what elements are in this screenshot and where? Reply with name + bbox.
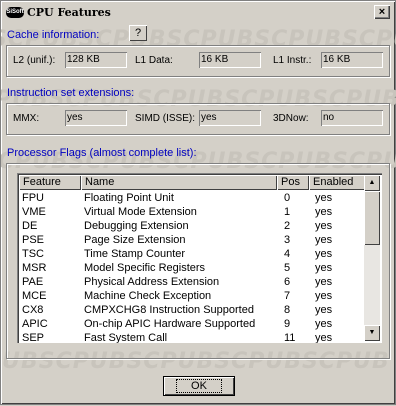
flags-heading: Processor Flags (almost complete list): [7, 147, 197, 159]
col-header-pos[interactable]: Pos [277, 175, 309, 190]
col-header-feature[interactable]: Feature [19, 175, 81, 190]
cpu-features-window: SiSoft CPU Features × SCPUBSCPUBSCPUBSCP… [0, 0, 396, 405]
3dnow-value: no [321, 110, 383, 126]
col-header-enabled[interactable]: Enabled [309, 175, 365, 190]
ok-button[interactable]: OK [163, 376, 235, 396]
isa-heading: Instruction set extensions: [7, 87, 135, 99]
help-button[interactable]: ? [129, 25, 147, 41]
title-bar[interactable]: SiSoft CPU Features × [3, 3, 393, 22]
3dnow-label: 3DNow: [273, 113, 309, 124]
table-row[interactable]: DE Debugging Extension 2 yes [19, 220, 365, 232]
table-row[interactable]: SEP Fast System Call 11 yes [19, 332, 365, 343]
table-row[interactable]: PSE Page Size Extension 3 yes [19, 234, 365, 246]
mmx-label: MMX: [13, 113, 40, 124]
simd-value: yes [199, 110, 261, 126]
cache-heading: Cache information: [7, 29, 100, 41]
l1-data-value: 16 KB [199, 52, 261, 68]
l2-label: L2 (unif.): [13, 55, 56, 66]
table-row[interactable]: VME Virtual Mode Extension 1 yes [19, 206, 365, 218]
l1-data-label: L1 Data: [135, 55, 173, 66]
l1-instr-value: 16 KB [321, 52, 383, 68]
l1-instr-label: L1 Instr.: [273, 55, 312, 66]
table-row[interactable]: CX8 CMPXCHG8 Instruction Supported 8 yes [19, 304, 365, 316]
table-row[interactable]: TSC Time Stamp Counter 4 yes [19, 248, 365, 260]
col-header-name[interactable]: Name [81, 175, 277, 190]
table-row[interactable]: PAE Physical Address Extension 6 yes [19, 276, 365, 288]
l2-value: 128 KB [65, 52, 127, 68]
window-title: CPU Features [27, 6, 111, 19]
simd-label: SIMD (ISSE): [135, 113, 196, 124]
table-row[interactable]: MCE Machine Check Exception 7 yes [19, 290, 365, 302]
app-icon: SiSoft [6, 7, 24, 18]
flags-list[interactable]: Feature Name Pos Enabled FPU Floating Poi… [17, 173, 382, 343]
table-row[interactable]: APIC On-chip APIC Hardware Supported 9 yes [19, 318, 365, 330]
close-button[interactable]: × [374, 5, 390, 19]
ok-button-label: OK [176, 379, 222, 393]
table-row[interactable]: MSR Model Specific Registers 5 yes [19, 262, 365, 274]
scroll-thumb[interactable] [364, 191, 380, 245]
vertical-scrollbar[interactable]: ▲ ▼ [364, 175, 380, 341]
scroll-down-button[interactable]: ▼ [364, 325, 380, 341]
scroll-up-button[interactable]: ▲ [364, 175, 380, 191]
table-row[interactable]: FPU Floating Point Unit 0 yes [19, 192, 365, 204]
mmx-value: yes [65, 110, 127, 126]
